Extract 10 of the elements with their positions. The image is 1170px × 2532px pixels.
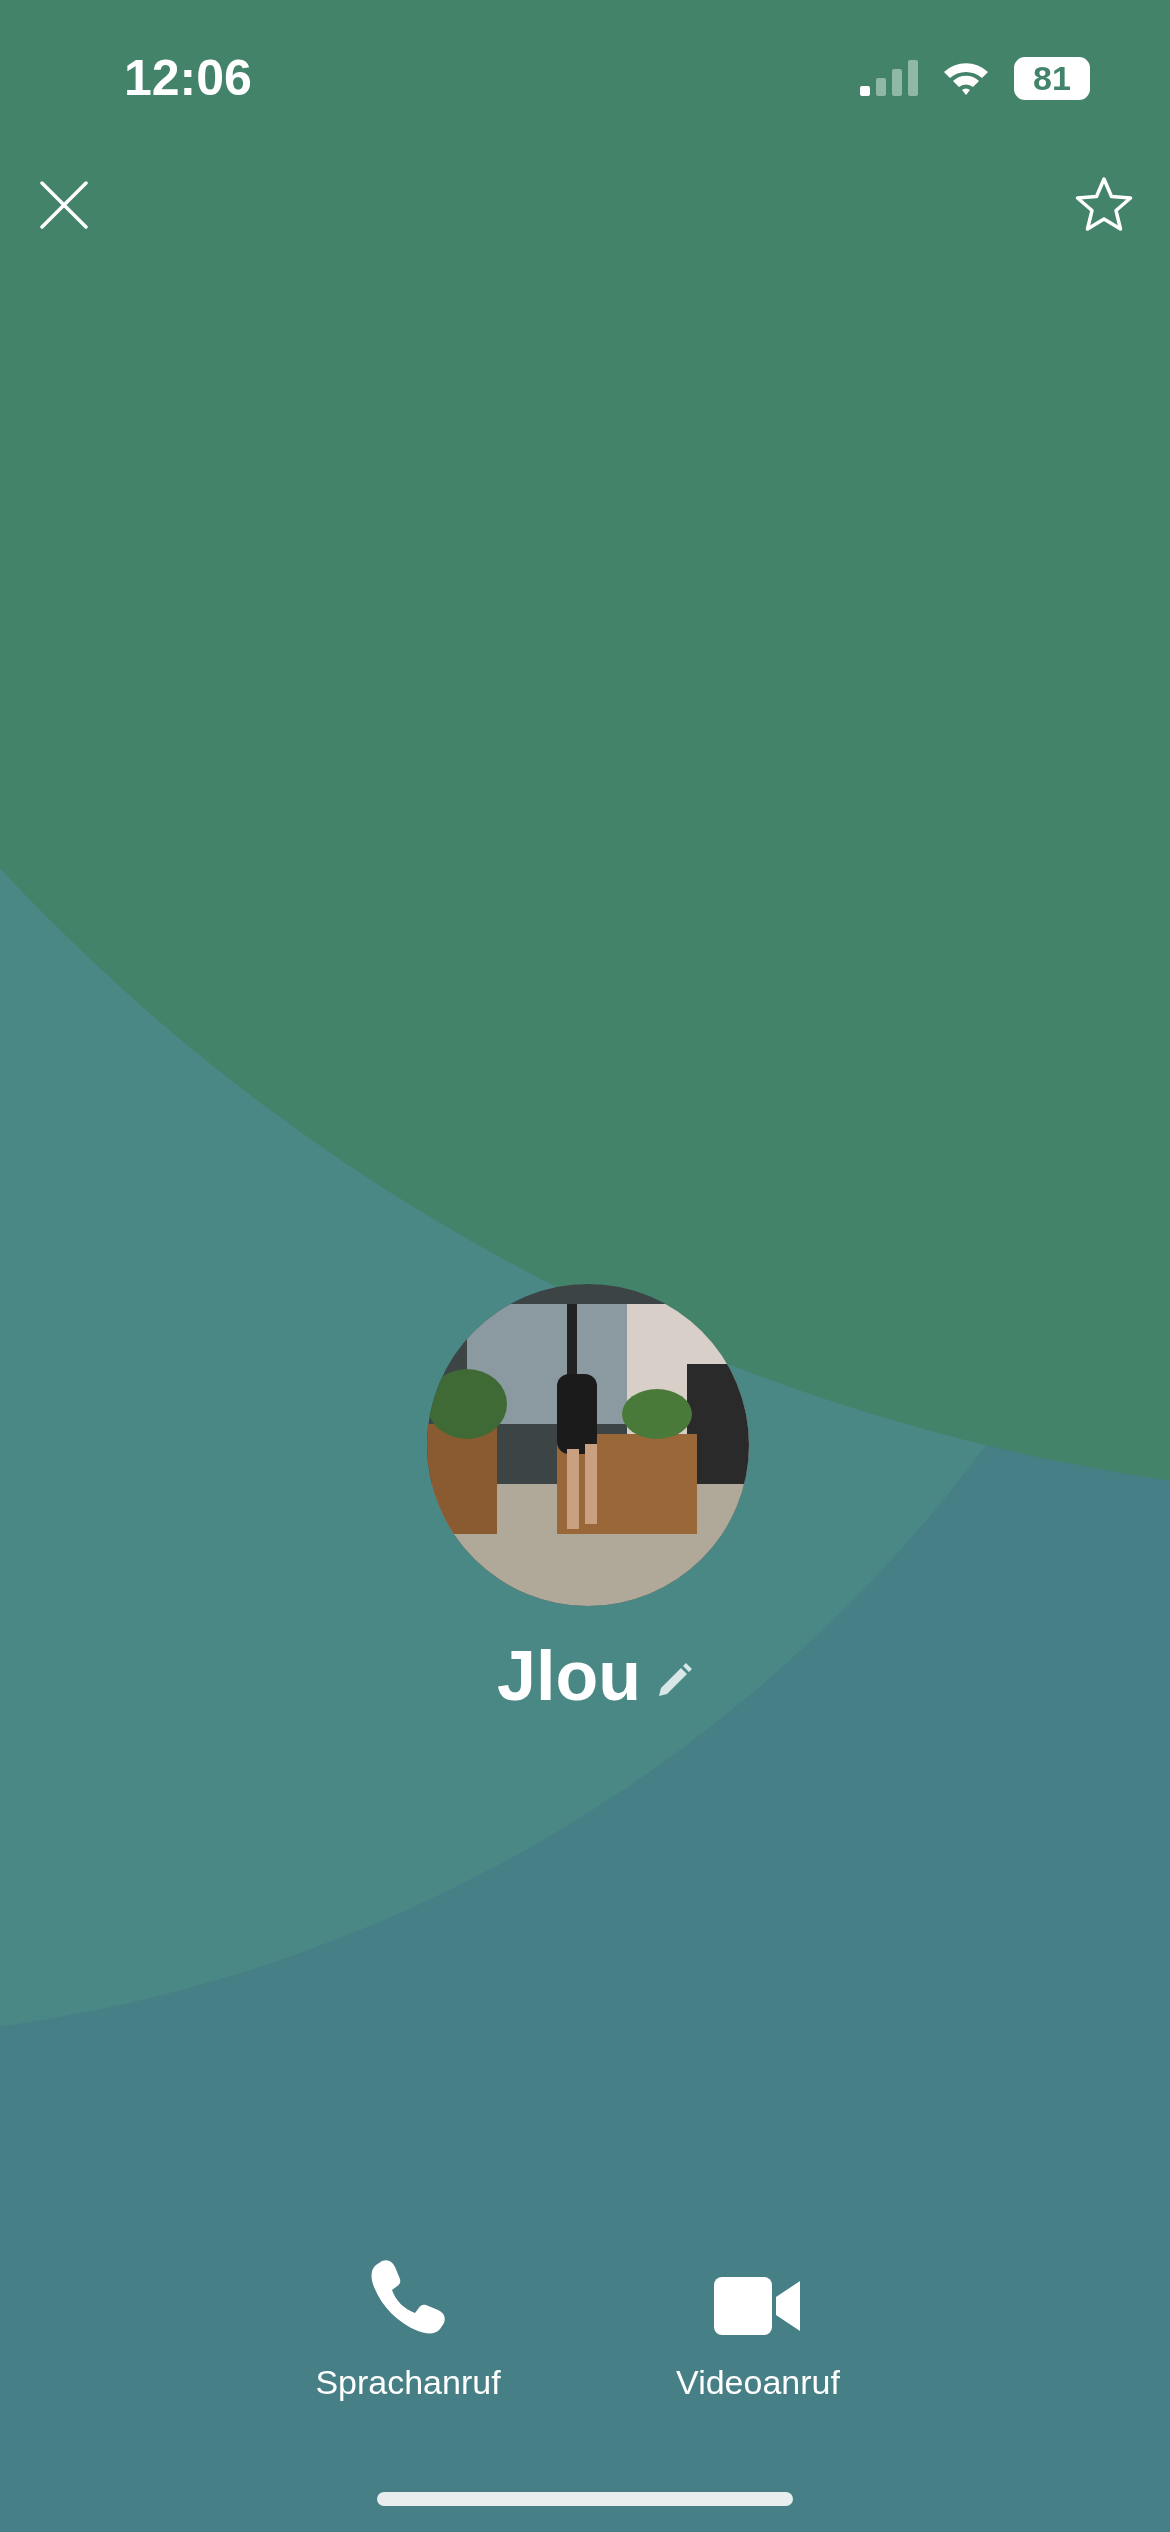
video-camera-icon xyxy=(714,2275,802,2337)
star-button[interactable] xyxy=(1074,176,1134,234)
wifi-icon xyxy=(942,60,990,96)
contact-name: Jlou xyxy=(497,1636,641,1716)
video-call-button[interactable]: Videoanruf xyxy=(643,2252,873,2402)
battery-level: 81 xyxy=(1014,56,1090,100)
signal-icon xyxy=(860,60,918,96)
voice-call-button[interactable]: Sprachanruf xyxy=(293,2252,523,2402)
status-time: 12:06 xyxy=(124,49,252,107)
close-button[interactable] xyxy=(40,181,88,229)
